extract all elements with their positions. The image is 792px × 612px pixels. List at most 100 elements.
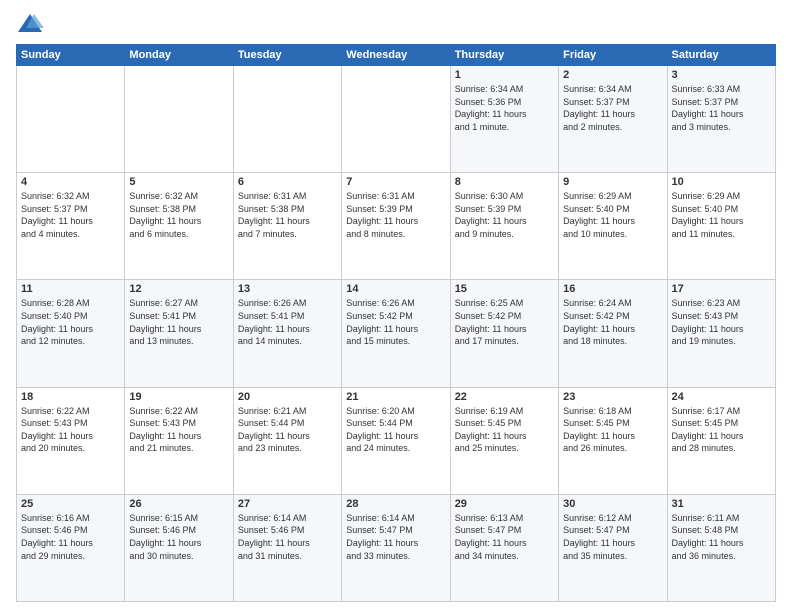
day-header-saturday: Saturday (667, 45, 775, 66)
day-info: Sunrise: 6:24 AM Sunset: 5:42 PM Dayligh… (563, 297, 662, 347)
day-info: Sunrise: 6:28 AM Sunset: 5:40 PM Dayligh… (21, 297, 120, 347)
day-cell-13: 13 Sunrise: 6:26 AM Sunset: 5:41 PM Dayli… (233, 280, 341, 387)
day-info: Sunrise: 6:14 AM Sunset: 5:47 PM Dayligh… (346, 512, 445, 562)
day-info: Sunrise: 6:30 AM Sunset: 5:39 PM Dayligh… (455, 190, 554, 240)
day-number: 5 (129, 176, 228, 188)
week-row-5: 25 Sunrise: 6:16 AM Sunset: 5:46 PM Dayli… (17, 494, 776, 601)
day-info: Sunrise: 6:13 AM Sunset: 5:47 PM Dayligh… (455, 512, 554, 562)
day-number: 3 (672, 69, 771, 81)
day-cell-11: 11 Sunrise: 6:28 AM Sunset: 5:40 PM Dayli… (17, 280, 125, 387)
week-row-1: 1 Sunrise: 6:34 AM Sunset: 5:36 PM Daylig… (17, 66, 776, 173)
day-number: 27 (238, 498, 337, 510)
day-number: 6 (238, 176, 337, 188)
day-number: 15 (455, 283, 554, 295)
day-info: Sunrise: 6:22 AM Sunset: 5:43 PM Dayligh… (129, 405, 228, 455)
day-info: Sunrise: 6:32 AM Sunset: 5:37 PM Dayligh… (21, 190, 120, 240)
logo-icon (16, 10, 44, 38)
day-header-tuesday: Tuesday (233, 45, 341, 66)
day-info: Sunrise: 6:26 AM Sunset: 5:41 PM Dayligh… (238, 297, 337, 347)
day-info: Sunrise: 6:25 AM Sunset: 5:42 PM Dayligh… (455, 297, 554, 347)
day-info: Sunrise: 6:26 AM Sunset: 5:42 PM Dayligh… (346, 297, 445, 347)
day-info: Sunrise: 6:27 AM Sunset: 5:41 PM Dayligh… (129, 297, 228, 347)
empty-cell (342, 66, 450, 173)
day-info: Sunrise: 6:34 AM Sunset: 5:37 PM Dayligh… (563, 83, 662, 133)
day-info: Sunrise: 6:15 AM Sunset: 5:46 PM Dayligh… (129, 512, 228, 562)
day-info: Sunrise: 6:23 AM Sunset: 5:43 PM Dayligh… (672, 297, 771, 347)
day-cell-12: 12 Sunrise: 6:27 AM Sunset: 5:41 PM Dayli… (125, 280, 233, 387)
logo (16, 10, 48, 38)
day-number: 17 (672, 283, 771, 295)
day-cell-27: 27 Sunrise: 6:14 AM Sunset: 5:46 PM Dayli… (233, 494, 341, 601)
day-cell-19: 19 Sunrise: 6:22 AM Sunset: 5:43 PM Dayli… (125, 387, 233, 494)
day-info: Sunrise: 6:31 AM Sunset: 5:38 PM Dayligh… (238, 190, 337, 240)
day-cell-18: 18Sunrise: 6:22 AM Sunset: 5:43 PM Dayli… (17, 387, 125, 494)
day-number: 10 (672, 176, 771, 188)
day-number: 19 (129, 391, 228, 403)
day-number: 21 (346, 391, 445, 403)
day-cell-31: 31Sunrise: 6:11 AM Sunset: 5:48 PM Dayli… (667, 494, 775, 601)
day-number: 16 (563, 283, 662, 295)
day-cell-22: 22 Sunrise: 6:19 AM Sunset: 5:45 PM Dayli… (450, 387, 558, 494)
day-number: 26 (129, 498, 228, 510)
day-number: 14 (346, 283, 445, 295)
day-header-wednesday: Wednesday (342, 45, 450, 66)
day-info: Sunrise: 6:34 AM Sunset: 5:36 PM Dayligh… (455, 83, 554, 133)
day-number: 23 (563, 391, 662, 403)
day-cell-10: 10 Sunrise: 6:29 AM Sunset: 5:40 PM Dayli… (667, 173, 775, 280)
week-row-2: 4 Sunrise: 6:32 AM Sunset: 5:37 PM Daylig… (17, 173, 776, 280)
day-number: 22 (455, 391, 554, 403)
day-number: 13 (238, 283, 337, 295)
day-header-sunday: Sunday (17, 45, 125, 66)
day-cell-6: 6 Sunrise: 6:31 AM Sunset: 5:38 PM Daylig… (233, 173, 341, 280)
day-number: 1 (455, 69, 554, 81)
day-number: 4 (21, 176, 120, 188)
day-cell-2: 2Sunrise: 6:34 AM Sunset: 5:37 PM Daylig… (559, 66, 667, 173)
day-info: Sunrise: 6:32 AM Sunset: 5:38 PM Dayligh… (129, 190, 228, 240)
day-cell-23: 23 Sunrise: 6:18 AM Sunset: 5:45 PM Dayli… (559, 387, 667, 494)
day-info: Sunrise: 6:29 AM Sunset: 5:40 PM Dayligh… (563, 190, 662, 240)
day-cell-24: 24Sunrise: 6:17 AM Sunset: 5:45 PM Dayli… (667, 387, 775, 494)
day-header-friday: Friday (559, 45, 667, 66)
week-row-4: 18 Sunrise: 6:22 AM Sunset: 5:43 PM Dayli… (17, 387, 776, 494)
day-info: Sunrise: 6:29 AM Sunset: 5:40 PM Dayligh… (672, 190, 771, 240)
day-cell-26: 26 Sunrise: 6:15 AM Sunset: 5:46 PM Dayli… (125, 494, 233, 601)
day-info: Sunrise: 6:31 AM Sunset: 5:39 PM Dayligh… (346, 190, 445, 240)
day-number: 7 (346, 176, 445, 188)
day-info: Sunrise: 6:16 AM Sunset: 5:46 PM Dayligh… (21, 512, 120, 562)
day-info: Sunrise: 6:18 AM Sunset: 5:45 PM Dayligh… (563, 405, 662, 455)
empty-cell (125, 66, 233, 173)
day-cell-25: 25 Sunrise: 6:16 AM Sunset: 5:46 PM Dayli… (17, 494, 125, 601)
week-row-3: 11 Sunrise: 6:28 AM Sunset: 5:40 PM Dayli… (17, 280, 776, 387)
day-number: 18 (21, 391, 120, 403)
day-info: Sunrise: 6:20 AM Sunset: 5:44 PM Dayligh… (346, 405, 445, 455)
day-number: 8 (455, 176, 554, 188)
day-number: 30 (563, 498, 662, 510)
day-number: 12 (129, 283, 228, 295)
day-cell-20: 20 Sunrise: 6:21 AM Sunset: 5:44 PM Dayli… (233, 387, 341, 494)
day-number: 9 (563, 176, 662, 188)
day-cell-30: 30 Sunrise: 6:12 AM Sunset: 5:47 PM Dayli… (559, 494, 667, 601)
calendar-table: SundayMondayTuesdayWednesdayThursdayFrid… (16, 44, 776, 602)
day-info: Sunrise: 6:19 AM Sunset: 5:45 PM Dayligh… (455, 405, 554, 455)
day-cell-28: 28 Sunrise: 6:14 AM Sunset: 5:47 PM Dayli… (342, 494, 450, 601)
day-number: 28 (346, 498, 445, 510)
day-info: Sunrise: 6:12 AM Sunset: 5:47 PM Dayligh… (563, 512, 662, 562)
day-info: Sunrise: 6:21 AM Sunset: 5:44 PM Dayligh… (238, 405, 337, 455)
day-cell-29: 29 Sunrise: 6:13 AM Sunset: 5:47 PM Dayli… (450, 494, 558, 601)
day-number: 29 (455, 498, 554, 510)
day-cell-5: 5 Sunrise: 6:32 AM Sunset: 5:38 PM Daylig… (125, 173, 233, 280)
day-cell-17: 17 Sunrise: 6:23 AM Sunset: 5:43 PM Dayli… (667, 280, 775, 387)
day-cell-16: 16 Sunrise: 6:24 AM Sunset: 5:42 PM Dayli… (559, 280, 667, 387)
day-cell-21: 21 Sunrise: 6:20 AM Sunset: 5:44 PM Dayli… (342, 387, 450, 494)
day-info: Sunrise: 6:14 AM Sunset: 5:46 PM Dayligh… (238, 512, 337, 562)
day-header-monday: Monday (125, 45, 233, 66)
day-header-thursday: Thursday (450, 45, 558, 66)
day-cell-3: 3Sunrise: 6:33 AM Sunset: 5:37 PM Daylig… (667, 66, 775, 173)
day-cell-9: 9 Sunrise: 6:29 AM Sunset: 5:40 PM Daylig… (559, 173, 667, 280)
day-number: 20 (238, 391, 337, 403)
day-number: 11 (21, 283, 120, 295)
day-number: 25 (21, 498, 120, 510)
day-cell-1: 1 Sunrise: 6:34 AM Sunset: 5:36 PM Daylig… (450, 66, 558, 173)
empty-cell (233, 66, 341, 173)
day-cell-4: 4 Sunrise: 6:32 AM Sunset: 5:37 PM Daylig… (17, 173, 125, 280)
